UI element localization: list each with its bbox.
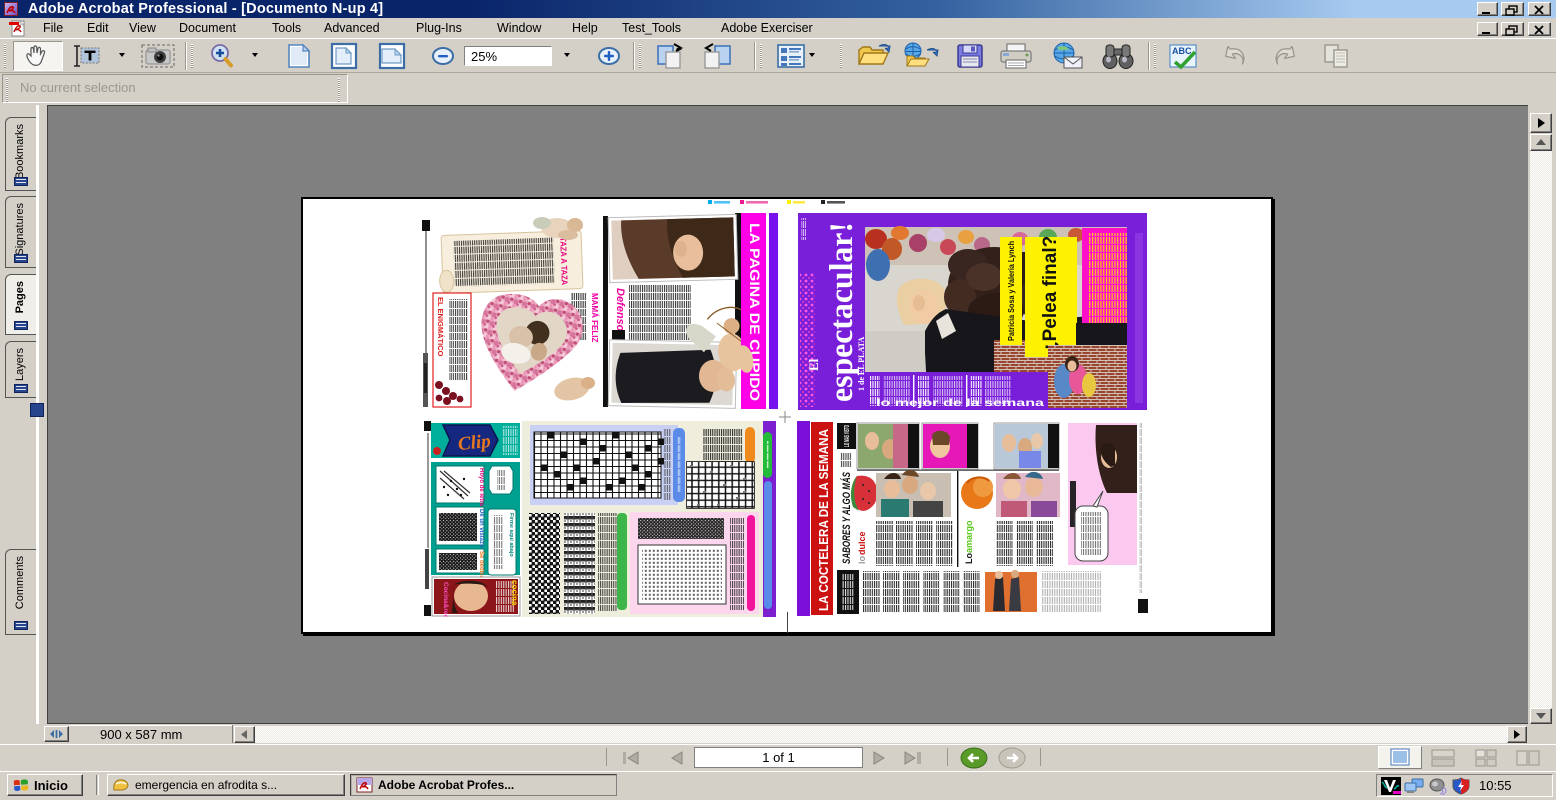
svg-text:1 de EL PLATA: 1 de EL PLATA xyxy=(857,337,866,391)
svg-text:lo: lo xyxy=(857,555,867,564)
svg-text:Patricia Sosa y Valeria Lynch: Patricia Sosa y Valeria Lynch xyxy=(1007,241,1016,341)
svg-text:Hoyo de letras: Hoyo de letras xyxy=(478,468,484,510)
svg-text:Firme aquí abajo: Firme aquí abajo xyxy=(508,513,514,557)
svg-text:Se dedica: Se dedica xyxy=(478,551,484,580)
svg-text:TAZA A TAZA: TAZA A TAZA xyxy=(558,237,570,285)
svg-text:El: El xyxy=(806,358,821,371)
svg-text:¿Pelea final?: ¿Pelea final? xyxy=(1040,236,1061,353)
svg-text:lo mejor de la semana: lo mejor de la semana xyxy=(876,397,1044,409)
svg-text:Lo: Lo xyxy=(964,553,974,564)
svg-text:LA PAGINA DE CUPIDO: LA PAGINA DE CUPIDO xyxy=(747,223,763,401)
svg-text:LO MAS VISTO: LO MAS VISTO xyxy=(844,425,851,447)
svg-text:dulce: dulce xyxy=(857,531,867,555)
svg-text:EL ENIGMÁTICO: EL ENIGMÁTICO xyxy=(436,297,445,357)
svg-text:ABC: ABC xyxy=(1172,46,1192,56)
svg-text:MAMÁ FELIZ: MAMÁ FELIZ xyxy=(590,293,599,342)
svg-text:LA COCTELERA DE LA SEMANA: LA COCTELERA DE LA SEMANA xyxy=(817,429,831,611)
svg-text:Cocina&recetas: Cocina&recetas xyxy=(442,582,449,617)
svg-text:Defensor: Defensor xyxy=(614,288,626,336)
svg-text:amargo: amargo xyxy=(964,520,974,553)
svg-text:Clip: Clip xyxy=(457,431,492,455)
svg-text:cocina: cocina xyxy=(510,580,519,606)
svg-text:espectacular!: espectacular! xyxy=(824,222,860,402)
svg-text:SABORES Y ALGO MÁS: SABORES Y ALGO MÁS xyxy=(840,472,853,564)
svg-text:De un vistazo: De un vistazo xyxy=(478,509,484,548)
